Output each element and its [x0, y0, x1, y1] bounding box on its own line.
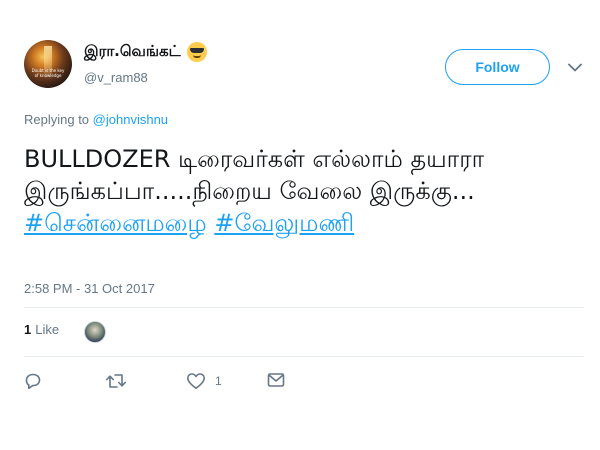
hashtag-link[interactable]: #சென்னைமழை — [24, 209, 207, 237]
hashtag-link[interactable]: #வேலுமணி — [214, 209, 354, 237]
reply-context: Replying to @johnvishnu — [24, 112, 168, 127]
avatar-caption: Doubt is the key of knowledge — [31, 68, 65, 78]
retweet-button[interactable] — [105, 372, 127, 390]
liker-avatar[interactable] — [84, 321, 106, 343]
reply-mention-link[interactable]: @johnvishnu — [93, 112, 168, 127]
sunglasses-emoji-icon — [186, 42, 207, 62]
author-handle[interactable]: @v_ram88 — [84, 70, 148, 85]
reply-icon — [24, 372, 42, 390]
divider — [24, 307, 584, 308]
envelope-icon — [267, 372, 285, 388]
tweet-card: Doubt is the key of knowledge இரா.வெங்கட… — [0, 0, 600, 450]
likes-summary[interactable]: 1 Like — [24, 322, 59, 337]
author-name-row: இரா.வெங்கட் — [84, 42, 207, 62]
tweet-text: BULLDOZER டிரைவர்கள் எல்லாம் தயாரா இருங்… — [24, 143, 584, 239]
divider — [24, 356, 584, 357]
tweet-body: BULLDOZER டிரைவர்கள் எல்லாம் தயாரா இருங்… — [24, 145, 485, 205]
reply-context-prefix: Replying to — [24, 112, 90, 127]
author-avatar[interactable]: Doubt is the key of knowledge — [24, 40, 72, 88]
tweet-timestamp[interactable]: 2:58 PM - 31 Oct 2017 — [24, 281, 155, 296]
follow-button[interactable]: Follow — [445, 49, 550, 85]
retweet-icon — [105, 372, 127, 390]
author-display-name[interactable]: இரா.வெங்கட் — [84, 42, 181, 62]
like-button[interactable]: 1 — [186, 372, 222, 390]
likes-count: 1 — [24, 322, 32, 337]
reply-button[interactable] — [24, 372, 42, 390]
heart-icon — [186, 372, 206, 390]
chevron-down-icon[interactable] — [566, 58, 584, 76]
likes-label: Like — [35, 322, 60, 337]
direct-message-button[interactable] — [267, 372, 285, 388]
like-count: 1 — [215, 374, 222, 388]
